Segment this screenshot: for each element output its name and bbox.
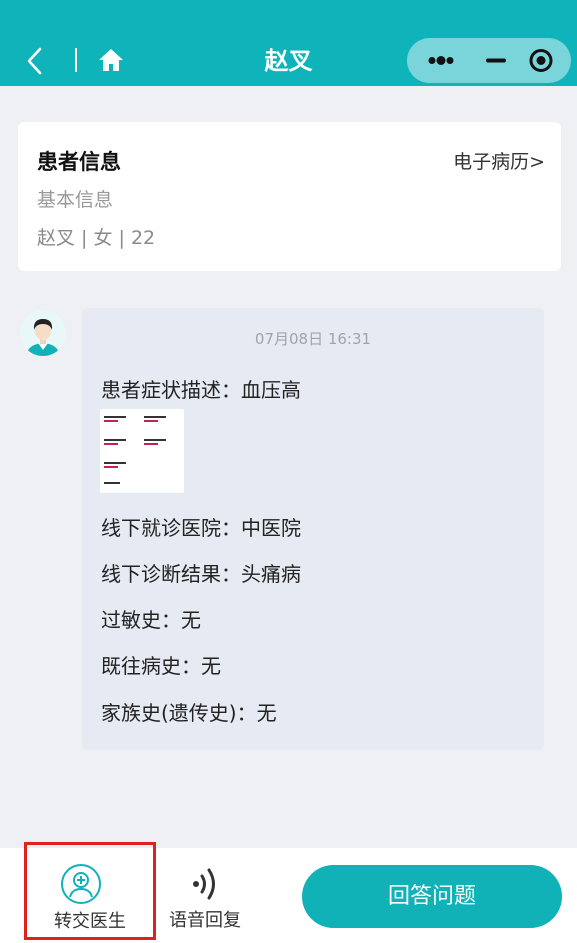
family-history-line: 家族史(遗传史)：无 [101, 701, 277, 725]
thumbnail-item [144, 436, 180, 452]
top-nav-bar: 赵叉 [0, 0, 577, 86]
attachment-thumbnail[interactable] [100, 409, 184, 493]
voice-wave-icon [193, 868, 215, 900]
message-bubble: 07月08日 16:31 患者症状描述：血压高 线下就诊医院：中医院 线下诊断结… [82, 308, 544, 750]
ehr-link[interactable]: 电子病历> [453, 147, 545, 174]
transfer-doctor-button[interactable]: 转交医生 [24, 842, 156, 940]
voice-reply-button[interactable]: 语音回复 [160, 862, 250, 938]
thumbnail-item [144, 413, 180, 429]
card-subtitle: 基本信息 [37, 189, 114, 211]
thumbnail-item [104, 459, 140, 475]
minimize-icon[interactable] [467, 38, 521, 83]
answer-question-button[interactable]: 回答问题 [302, 865, 562, 928]
more-dots-icon[interactable] [413, 38, 467, 83]
thumbnail-item [104, 479, 140, 493]
transfer-label: 转交医生 [54, 911, 126, 932]
voice-label: 语音回复 [169, 910, 241, 931]
doctor-transfer-icon [61, 864, 101, 904]
past-history-line: 既往病史：无 [101, 654, 221, 678]
hospital-line: 线下就诊医院：中医院 [101, 516, 301, 540]
patient-info-card: 患者信息 电子病历> 基本信息 赵叉 | 女 | 22 [18, 122, 561, 271]
avatar-person-icon [20, 310, 66, 356]
allergy-line: 过敏史：无 [101, 608, 201, 632]
patient-basic-info: 赵叉 | 女 | 22 [37, 227, 156, 249]
thumbnail-item [104, 436, 140, 452]
card-title: 患者信息 [37, 150, 121, 174]
diagnosis-line: 线下诊断结果：头痛病 [101, 562, 301, 586]
patient-avatar [20, 310, 66, 356]
thumbnail-item [104, 413, 140, 429]
miniprogram-capsule [407, 38, 571, 83]
message-timestamp: 07月08日 16:31 [254, 330, 372, 348]
target-close-icon[interactable] [517, 38, 571, 83]
symptom-line: 患者症状描述：血压高 [101, 378, 301, 402]
